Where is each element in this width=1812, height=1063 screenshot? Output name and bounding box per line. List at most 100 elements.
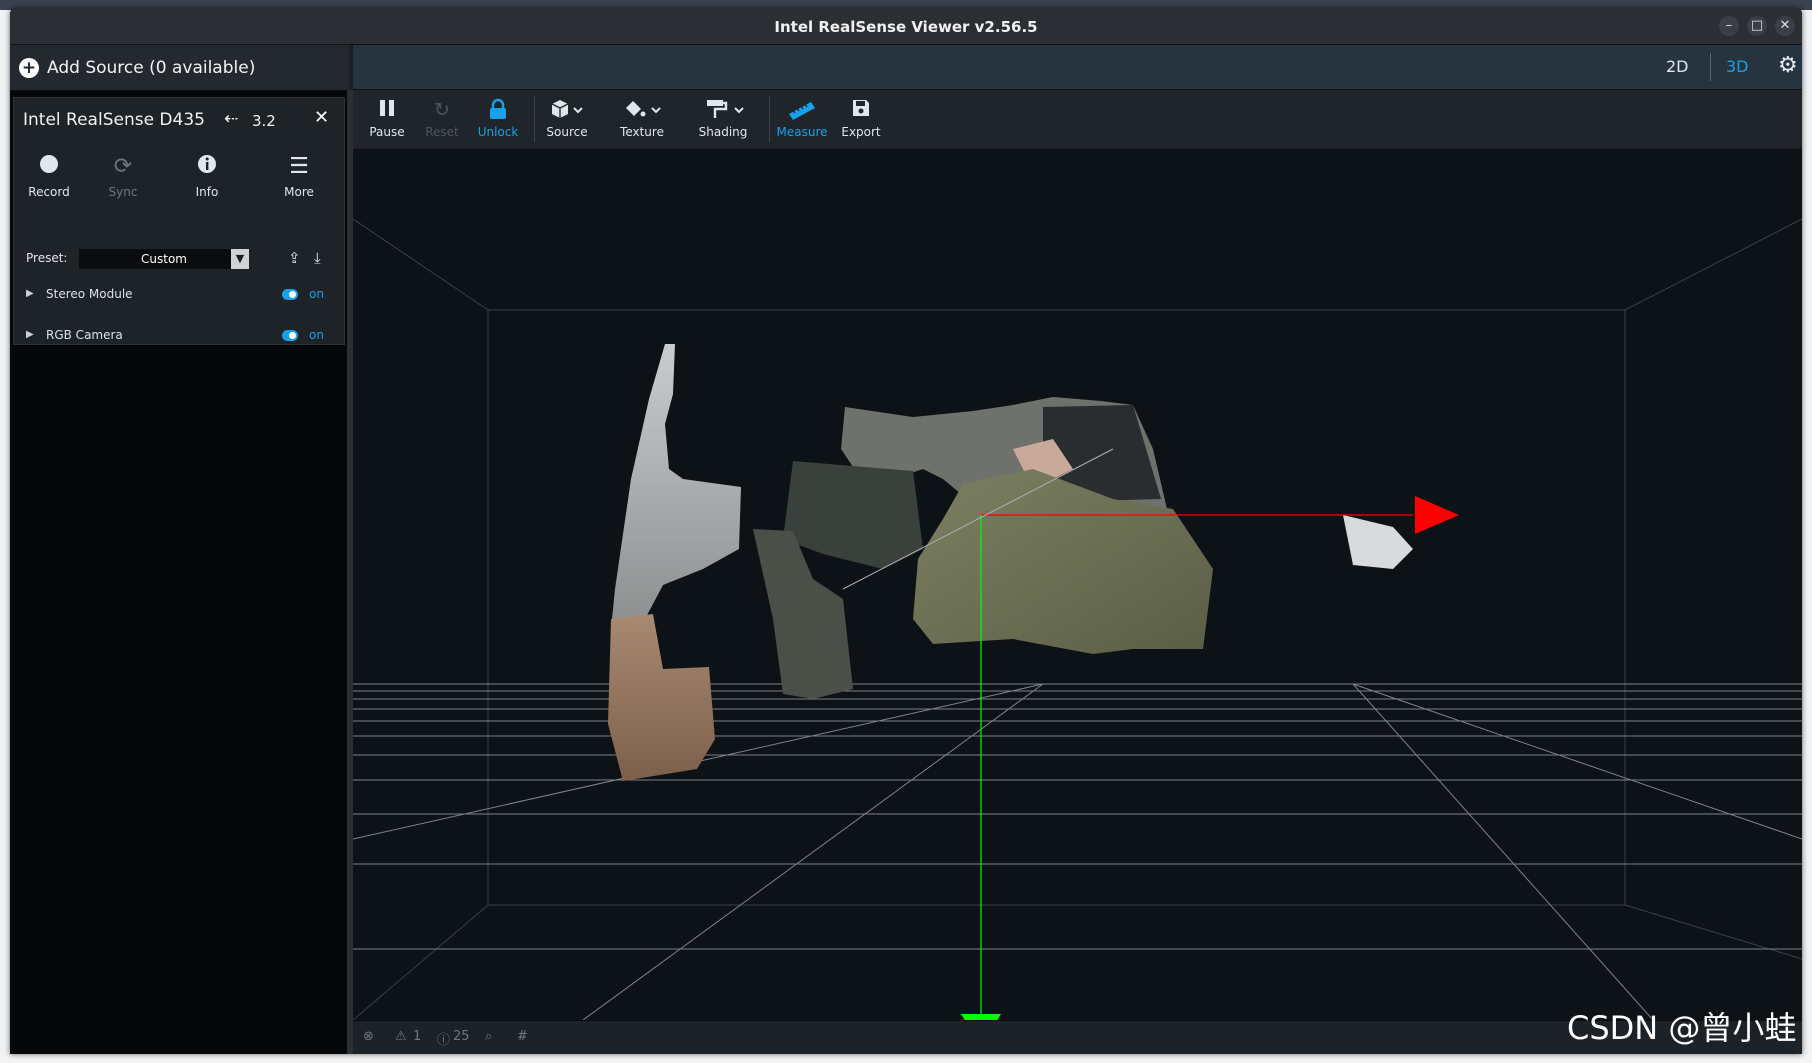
device-name: Intel RealSense D435 — [23, 110, 205, 130]
module-row-rgb[interactable]: ▶ RGB Camera on — [14, 322, 344, 350]
export-label: Export — [841, 125, 881, 139]
shading-dropdown[interactable]: Shading — [686, 98, 760, 142]
source-label: Source — [546, 125, 588, 139]
view-2d-toggle[interactable]: 2D — [1666, 57, 1689, 76]
texture-label: Texture — [620, 125, 664, 139]
download-icon[interactable]: ⤓ — [314, 249, 321, 267]
shading-label: Shading — [698, 125, 748, 139]
pause-label: Pause — [369, 125, 405, 139]
window-title: Intel RealSense Viewer v2.56.5 — [774, 18, 1038, 36]
bounding-edge — [353, 218, 489, 311]
close-button[interactable]: ✕ — [1775, 16, 1795, 36]
sync-button[interactable]: ⟳ Sync — [88, 153, 158, 203]
bounding-edge — [353, 904, 489, 1020]
cube-icon — [539, 98, 595, 122]
device-sidebar: + Add Source (0 available) Intel RealSen… — [10, 45, 354, 1054]
module-label: Stereo Module — [46, 287, 133, 301]
upload-icon[interactable]: ⇪ — [288, 249, 301, 267]
module-toggle[interactable] — [282, 330, 298, 341]
menu-icon: ☰ — [289, 154, 309, 179]
usb-icon: ⇠ — [224, 109, 239, 129]
usb-version: 3.2 — [252, 112, 276, 130]
device-panel: Intel RealSense D435 ⇠ 3.2 ✕ Record ⟳ Sy… — [13, 97, 345, 345]
warning-count: 1 — [413, 1029, 422, 1044]
info-icon — [172, 153, 242, 181]
record-label: Record — [28, 185, 70, 199]
pointcloud-box — [608, 614, 715, 781]
expand-caret-icon[interactable]: ▶ — [26, 329, 34, 340]
warning-icon[interactable]: ⚠ — [395, 1029, 407, 1044]
bounding-edge — [1624, 904, 1802, 960]
module-row-stereo[interactable]: ▶ Stereo Module on — [14, 281, 344, 309]
pause-button[interactable]: Pause — [365, 98, 409, 142]
minimize-button[interactable]: – — [1719, 16, 1739, 36]
measure-label: Measure — [776, 125, 828, 139]
pointcloud-wall — [611, 344, 741, 629]
gear-icon[interactable]: ⚙ — [1778, 53, 1798, 78]
desktop-left-strip — [0, 10, 10, 1063]
toolbar-separator — [769, 96, 770, 142]
pointcloud-chair — [783, 461, 923, 569]
save-icon — [836, 98, 886, 122]
toolbar-separator — [534, 96, 535, 142]
module-state: on — [309, 328, 324, 342]
title-bar[interactable]: Intel RealSense Viewer v2.56.5 – □ ✕ — [10, 8, 1802, 45]
preset-value: Custom — [141, 252, 187, 266]
reset-button[interactable]: ↻ Reset — [420, 98, 464, 142]
export-button[interactable]: Export — [836, 98, 886, 142]
expand-caret-icon[interactable]: ▶ — [26, 288, 34, 299]
pointcloud-scene[interactable] — [353, 149, 1802, 1020]
app-window: Intel RealSense Viewer v2.56.5 – □ ✕ + A… — [10, 8, 1802, 1054]
source-dropdown[interactable]: Source — [539, 98, 595, 142]
record-button[interactable]: Record — [14, 153, 84, 203]
unlock-button[interactable]: Unlock — [473, 98, 523, 142]
preset-dropdown[interactable]: Custom ▼ — [79, 249, 249, 269]
module-label: RGB Camera — [46, 328, 123, 342]
watermark: CSDN @曾小蛙 — [1567, 1009, 1797, 1047]
preset-row: Preset: Custom ▼ ⇪ ⤓ — [14, 246, 344, 272]
plus-circle-icon: + — [19, 58, 39, 78]
x-axis-arrow — [1415, 496, 1459, 534]
add-source-label: Add Source (0 available) — [47, 58, 256, 78]
info-label: Info — [195, 185, 219, 199]
view-header: 2D 3D ⚙ — [353, 45, 1802, 90]
reset-label: Reset — [425, 125, 459, 139]
maximize-button[interactable]: □ — [1747, 16, 1767, 36]
error-icon[interactable]: ⊗ — [363, 1029, 374, 1044]
add-source-button[interactable]: + Add Source (0 available) — [10, 45, 349, 91]
info-count: 25 — [453, 1029, 470, 1044]
more-button[interactable]: ☰ More — [264, 153, 334, 203]
paint-roller-icon — [686, 98, 760, 122]
view-3d-toggle[interactable]: 3D — [1726, 57, 1749, 76]
pointcloud-person — [913, 469, 1213, 654]
close-device-icon[interactable]: ✕ — [314, 107, 329, 128]
pointcloud-viewport[interactable] — [353, 149, 1802, 1020]
info-button[interactable]: Info — [172, 153, 242, 203]
view-separator — [1710, 53, 1711, 81]
info-count-icon[interactable]: ⓘ — [437, 1029, 450, 1048]
more-label: More — [284, 185, 314, 199]
preset-label: Preset: — [26, 251, 68, 265]
texture-dropdown[interactable]: Texture — [607, 98, 677, 142]
sync-label: Sync — [108, 185, 138, 199]
paint-bucket-icon — [607, 98, 677, 122]
module-state: on — [309, 287, 324, 301]
search-icon[interactable]: ⌕ — [485, 1029, 492, 1044]
record-icon — [14, 153, 84, 181]
reset-icon: ↻ — [434, 99, 450, 121]
pointcloud-object — [1343, 515, 1413, 569]
lock-icon — [473, 98, 523, 122]
bounding-edge — [1624, 218, 1802, 311]
unlock-label: Unlock — [477, 125, 519, 139]
desktop-bottom-strip — [0, 1054, 1812, 1063]
floor-grid — [353, 683, 1802, 1020]
dropdown-arrow-icon[interactable]: ▼ — [231, 249, 249, 269]
pause-icon — [365, 98, 409, 122]
viewer-toolbar: Pause ↻ Reset Unlock Source Texture Shad… — [353, 90, 1802, 148]
desktop-right-strip — [1802, 10, 1812, 1063]
module-toggle[interactable] — [282, 289, 298, 300]
hash-icon[interactable]: # — [517, 1029, 528, 1044]
sync-icon: ⟳ — [113, 154, 133, 179]
ruler-icon — [774, 98, 830, 122]
measure-button[interactable]: Measure — [774, 98, 830, 142]
